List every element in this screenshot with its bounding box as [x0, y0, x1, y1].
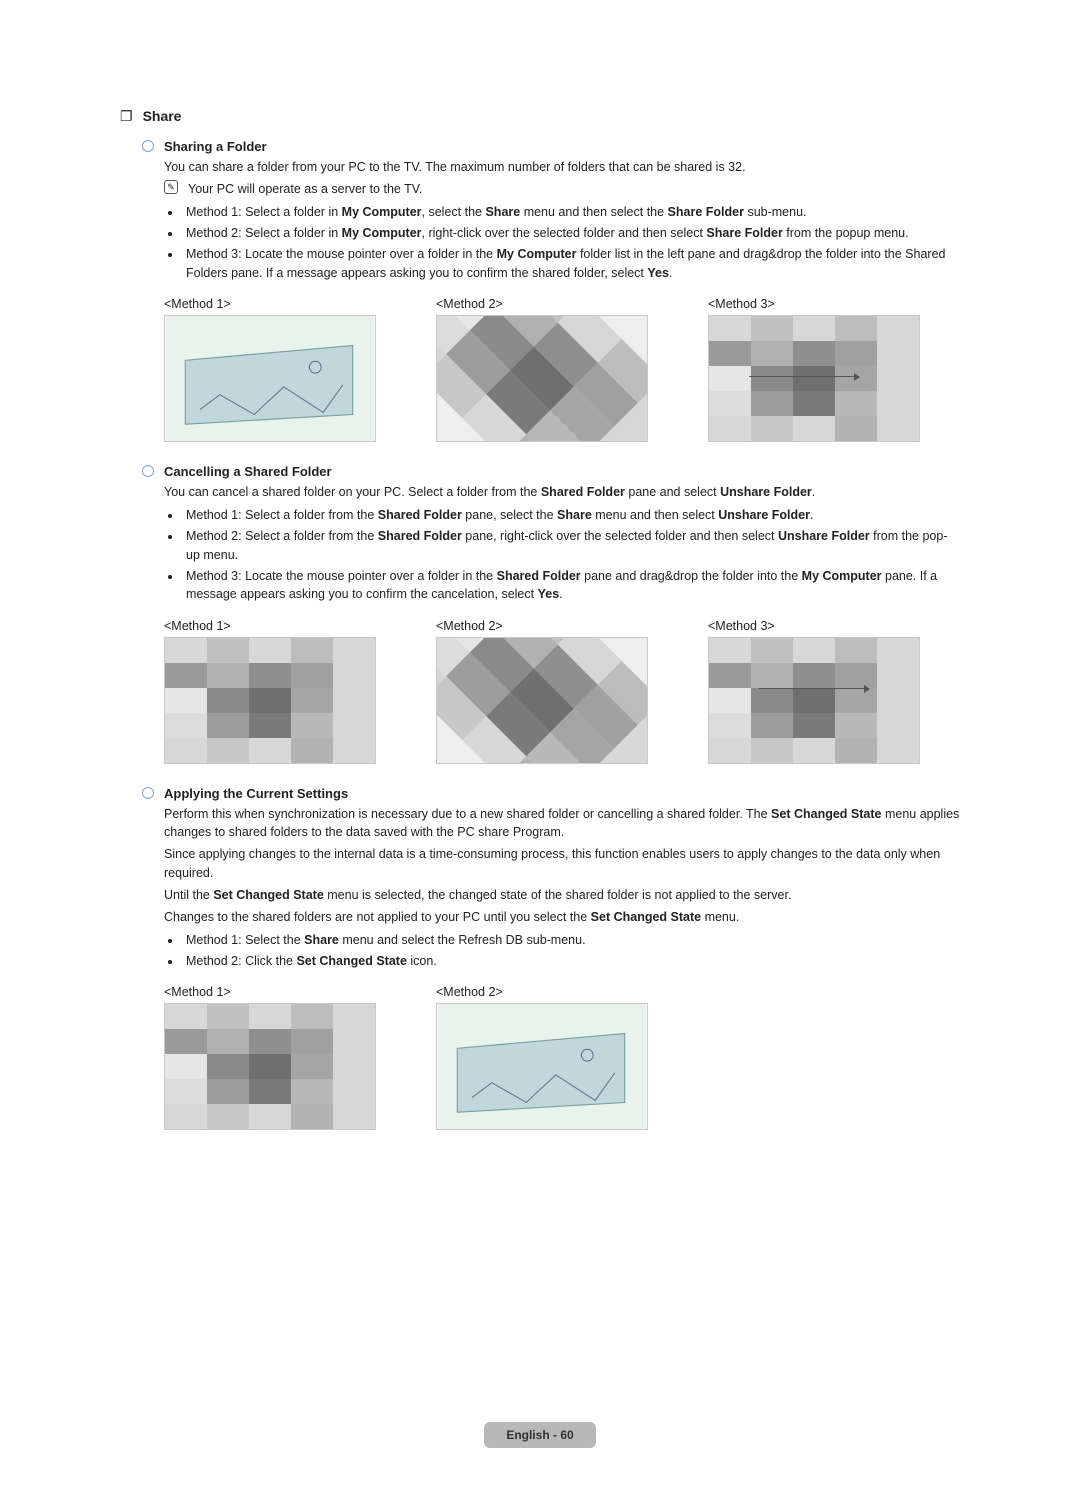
- sharing-title: Sharing a Folder: [164, 139, 267, 154]
- method-label: <Method 1>: [164, 297, 376, 311]
- applying-p4: Changes to the shared folders are not ap…: [164, 908, 960, 926]
- cancelling-folder-block: Cancelling a Shared Folder You can cance…: [142, 464, 960, 764]
- sharing-intro: You can share a folder from your PC to t…: [164, 158, 960, 176]
- sharing-methods-row: <Method 1> <Method 2> <Method 3>: [164, 297, 960, 442]
- cancelling-bullets: Method 1: Select a folder from the Share…: [182, 505, 960, 605]
- method-label: <Method 2>: [436, 297, 648, 311]
- arrow-icon: [749, 376, 859, 377]
- method-col: <Method 3>: [708, 297, 920, 442]
- method-label: <Method 1>: [164, 619, 376, 633]
- sharing-note: Your PC will operate as a server to the …: [188, 180, 422, 198]
- method-label: <Method 3>: [708, 297, 920, 311]
- method-label: <Method 2>: [436, 619, 648, 633]
- section-title: Share: [143, 108, 182, 124]
- applying-methods-row: <Method 1> <Method 2>: [164, 985, 960, 1130]
- applying-p1: Perform this when synchronization is nec…: [164, 805, 960, 841]
- arrow-icon: [759, 688, 869, 689]
- circle-marker-icon: [142, 140, 154, 152]
- list-item: Method 2: Click the Set Changed State ic…: [182, 951, 960, 972]
- circle-marker-icon: [142, 465, 154, 477]
- list-item: Method 1: Select a folder from the Share…: [182, 505, 960, 526]
- method-col: <Method 1>: [164, 985, 376, 1130]
- method3-image: [708, 637, 920, 764]
- method-col: <Method 1>: [164, 619, 376, 764]
- method1-image: [164, 637, 376, 764]
- page-number-pill: English - 60: [484, 1422, 595, 1448]
- applying-bullets: Method 1: Select the Share menu and sele…: [182, 930, 960, 972]
- applying-p3: Until the Set Changed State menu is sele…: [164, 886, 960, 904]
- note-icon: ✎: [164, 180, 178, 194]
- cancelling-title: Cancelling a Shared Folder: [164, 464, 332, 479]
- method2-image: [436, 315, 648, 442]
- cancelling-methods-row: <Method 1> <Method 2> <Method 3>: [164, 619, 960, 764]
- method3-image: [708, 315, 920, 442]
- method2-image: [436, 637, 648, 764]
- method1-image: [164, 315, 376, 442]
- cancelling-intro: You can cancel a shared folder on your P…: [164, 483, 960, 501]
- list-item: Method 3: Locate the mouse pointer over …: [182, 566, 960, 606]
- method-col: <Method 2>: [436, 297, 648, 442]
- method1-image: [164, 1003, 376, 1130]
- circle-marker-icon: [142, 787, 154, 799]
- list-item: Method 1: Select a folder in My Computer…: [182, 202, 960, 223]
- list-item: Method 2: Select a folder from the Share…: [182, 526, 960, 566]
- section-marker: ❐: [120, 108, 133, 125]
- sharing-note-row: ✎ Your PC will operate as a server to th…: [164, 180, 960, 198]
- method-col: <Method 1>: [164, 297, 376, 442]
- list-item: Method 1: Select the Share menu and sele…: [182, 930, 960, 951]
- applying-settings-block: Applying the Current Settings Perform th…: [142, 786, 960, 1130]
- sharing-folder-block: Sharing a Folder You can share a folder …: [142, 139, 960, 442]
- list-item: Method 3: Locate the mouse pointer over …: [182, 244, 960, 284]
- section-header: ❐ Share: [120, 108, 960, 125]
- method-label: <Method 1>: [164, 985, 376, 999]
- method-label: <Method 3>: [708, 619, 920, 633]
- method-col: <Method 2>: [436, 619, 648, 764]
- list-item: Method 2: Select a folder in My Computer…: [182, 223, 960, 244]
- applying-p2: Since applying changes to the internal d…: [164, 845, 960, 881]
- sharing-bullets: Method 1: Select a folder in My Computer…: [182, 202, 960, 283]
- applying-title: Applying the Current Settings: [164, 786, 348, 801]
- method-col: <Method 2>: [436, 985, 648, 1130]
- method-col: <Method 3>: [708, 619, 920, 764]
- method-label: <Method 2>: [436, 985, 648, 999]
- method2-image: [436, 1003, 648, 1130]
- page-footer: English - 60: [0, 1422, 1080, 1448]
